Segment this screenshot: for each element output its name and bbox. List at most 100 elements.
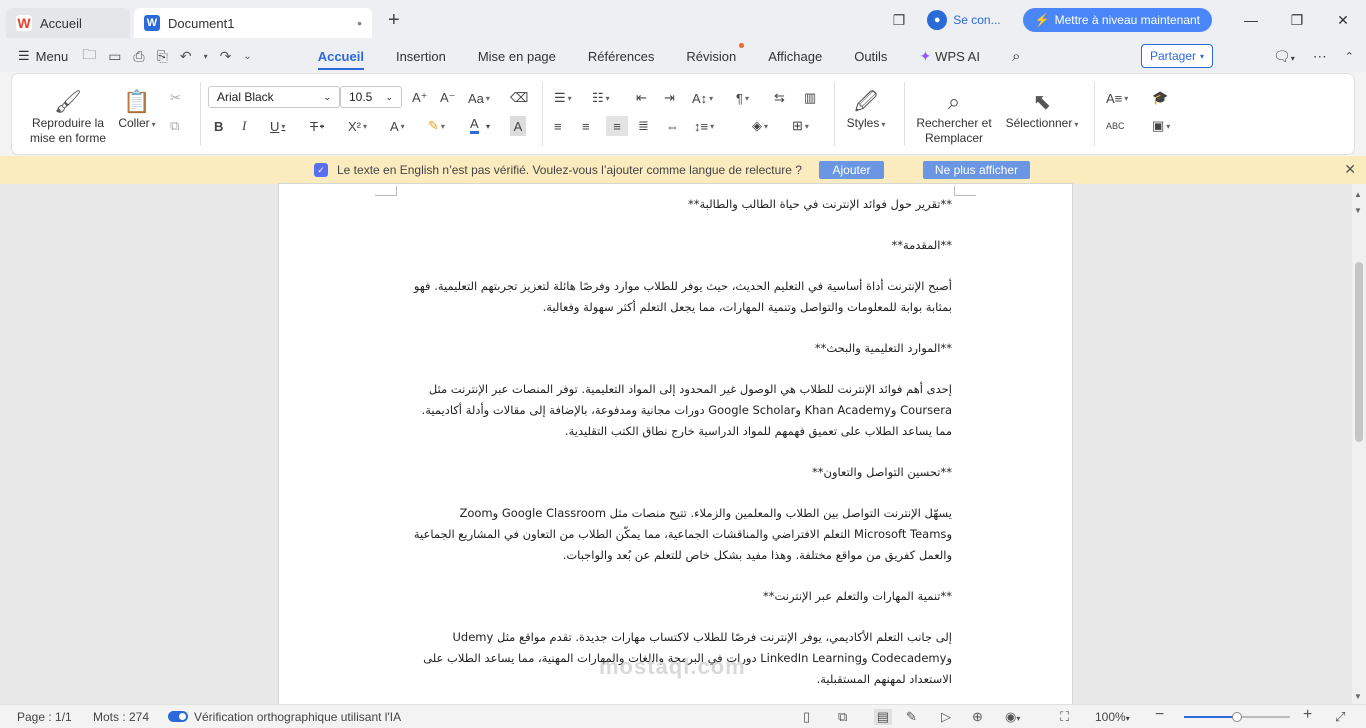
columns-icon[interactable]: ▥: [804, 88, 816, 108]
dont-show-again-button[interactable]: Ne plus afficher: [923, 161, 1030, 179]
play-icon[interactable]: ▷: [941, 709, 951, 725]
add-language-button[interactable]: Ajouter: [819, 161, 884, 179]
copy-icon[interactable]: ⧉: [170, 116, 179, 136]
styles-button[interactable]: 🖉 Styles ▾: [844, 88, 888, 132]
upgrade-button[interactable]: ⚡ Mettre à niveau maintenant: [1022, 8, 1212, 32]
fullscreen-icon[interactable]: ⤢: [1335, 709, 1345, 725]
new-tab-button[interactable]: +: [388, 9, 400, 32]
edit-view-icon[interactable]: ✎: [906, 709, 917, 725]
numbered-list-icon[interactable]: ☷ ▾: [592, 88, 610, 108]
underline-icon[interactable]: U ▾: [270, 116, 285, 136]
zoom-slider[interactable]: [1184, 712, 1290, 722]
fit-page-icon[interactable]: ⛶: [1060, 709, 1069, 725]
format-painter-button[interactable]: 🖌 Reproduire la mise en forme: [26, 88, 110, 146]
italic-icon[interactable]: I: [242, 116, 246, 136]
tab-document[interactable]: W Document1 •: [134, 8, 372, 38]
main-menu-button[interactable]: ☰ Menu: [18, 48, 68, 64]
maximize-button[interactable]: ❐: [1274, 0, 1320, 40]
customize-toolbar-icon[interactable]: ⌄: [243, 51, 251, 62]
spellcheck-icon[interactable]: ABC: [1106, 116, 1125, 136]
redo-icon[interactable]: ↷: [220, 48, 232, 65]
shading-icon[interactable]: ◈ ▾: [752, 116, 768, 136]
font-size-select[interactable]: 10.5 ⌄: [340, 86, 402, 108]
document-page[interactable]: **تقرير حول فوائد الإنترنت في حياة الطال…: [279, 184, 1072, 704]
change-case-icon[interactable]: Aa ▾: [468, 88, 490, 108]
word-count[interactable]: Mots : 274: [93, 710, 149, 724]
tab-home[interactable]: W Accueil: [6, 8, 130, 38]
scrollbar-thumb[interactable]: [1355, 262, 1363, 442]
align-right-icon[interactable]: ≡: [606, 116, 628, 136]
scroll-down-icon[interactable]: ▼: [1354, 206, 1362, 215]
tab-mise-en-page[interactable]: Mise en page: [462, 40, 572, 72]
close-window-button[interactable]: ✕: [1320, 0, 1366, 40]
vertical-scrollbar[interactable]: ▲ ▼ ▼: [1352, 184, 1366, 704]
highlight-icon[interactable]: ✎ ▾: [428, 116, 445, 136]
increase-font-icon[interactable]: A⁺: [412, 88, 428, 108]
eye-protection-icon[interactable]: ◉▾: [1005, 709, 1020, 725]
char-shading-icon[interactable]: A: [510, 116, 526, 136]
bullet-list-icon[interactable]: ☰ ▾: [554, 88, 572, 108]
scroll-down-icon[interactable]: ▼: [1354, 692, 1362, 701]
tab-outils[interactable]: Outils: [838, 40, 903, 72]
align-center-icon[interactable]: ≡: [582, 116, 590, 136]
page-view-icon[interactable]: ⧉: [838, 709, 847, 725]
avatar-icon[interactable]: ●: [927, 10, 948, 30]
search-icon[interactable]: ⌕: [996, 40, 1036, 72]
share-button[interactable]: Partager ▾: [1141, 44, 1213, 68]
font-color-dropdown-icon[interactable]: ▾: [486, 116, 490, 136]
print-icon[interactable]: ⎙: [133, 48, 144, 65]
distribute-icon[interactable]: ⇔: [666, 116, 679, 136]
align-left-icon[interactable]: ≡: [554, 116, 562, 136]
zoom-in-icon[interactable]: +: [1303, 706, 1312, 724]
tab-revision[interactable]: Révision: [670, 40, 752, 72]
tab-wps-ai[interactable]: ✦ WPS AI: [903, 40, 996, 72]
tab-references[interactable]: Références: [572, 40, 670, 72]
paste-button[interactable]: 📋 Coller ▾: [112, 88, 162, 132]
scroll-up-icon[interactable]: ▲: [1354, 190, 1362, 199]
tab-insertion[interactable]: Insertion: [380, 40, 462, 72]
cut-icon[interactable]: ✂: [170, 88, 181, 108]
tab-list-icon[interactable]: ❐: [893, 12, 906, 29]
tab-accueil[interactable]: Accueil: [302, 40, 380, 72]
signin-link[interactable]: Se con...: [953, 13, 1000, 27]
zoom-slider-knob[interactable]: [1232, 712, 1242, 722]
text-direction-icon[interactable]: A↕ ▾: [692, 88, 713, 108]
borders-icon[interactable]: ⊞ ▾: [792, 116, 809, 136]
strikethrough-icon[interactable]: T ▾: [310, 116, 324, 136]
superscript-icon[interactable]: X² ▾: [348, 116, 367, 136]
select-button[interactable]: ⬉ Sélectionner ▾: [1002, 88, 1082, 132]
zoom-level[interactable]: 100%▾: [1095, 710, 1130, 724]
collapse-ribbon-icon[interactable]: ⌃: [1345, 50, 1354, 63]
tab-affichage[interactable]: Affichage: [752, 40, 838, 72]
line-spacing-icon[interactable]: ↕≡ ▾: [694, 116, 714, 136]
justify-icon[interactable]: ≣: [638, 116, 649, 136]
text-tools-icon[interactable]: A≡ ▾: [1106, 88, 1128, 108]
decrease-indent-icon[interactable]: ⇤: [636, 88, 647, 108]
page-count[interactable]: Page : 1/1: [17, 710, 72, 724]
find-replace-button[interactable]: ⌕ Rechercher et Remplacer: [912, 88, 996, 146]
academic-icon[interactable]: 🎓: [1152, 88, 1168, 108]
paragraph-marks-icon[interactable]: ¶ ▾: [736, 88, 749, 108]
more-options-icon[interactable]: ⋯: [1313, 48, 1327, 65]
zoom-out-icon[interactable]: −: [1155, 706, 1164, 724]
rtl-direction-icon[interactable]: ⇆: [774, 88, 785, 108]
unsaved-indicator-icon[interactable]: •: [357, 15, 362, 31]
outline-view-icon[interactable]: ▯: [803, 709, 810, 725]
font-color-icon[interactable]: A: [470, 116, 479, 134]
font-name-select[interactable]: Arial Black ⌄: [208, 86, 340, 108]
decrease-font-icon[interactable]: A⁻: [440, 88, 456, 108]
web-view-icon[interactable]: ⊕: [972, 709, 983, 725]
open-folder-icon[interactable]: 🗀: [82, 44, 96, 68]
minimize-button[interactable]: —: [1228, 0, 1274, 40]
format-tool-icon[interactable]: ▣ ▾: [1152, 116, 1170, 136]
document-body[interactable]: **تقرير حول فوائد الإنترنت في حياة الطال…: [409, 194, 952, 704]
increase-indent-icon[interactable]: ⇥: [664, 88, 675, 108]
spellcheck-toggle[interactable]: [168, 711, 188, 722]
close-icon[interactable]: ✕: [1344, 161, 1356, 178]
undo-dropdown-icon[interactable]: ▾: [204, 52, 208, 61]
text-effect-icon[interactable]: A ▾: [390, 116, 405, 136]
comment-icon[interactable]: 🗨▾: [1273, 48, 1295, 65]
undo-icon[interactable]: ↶: [180, 48, 192, 65]
print-preview-icon[interactable]: ⎘: [157, 48, 168, 65]
print-layout-icon[interactable]: ▤: [874, 709, 892, 725]
